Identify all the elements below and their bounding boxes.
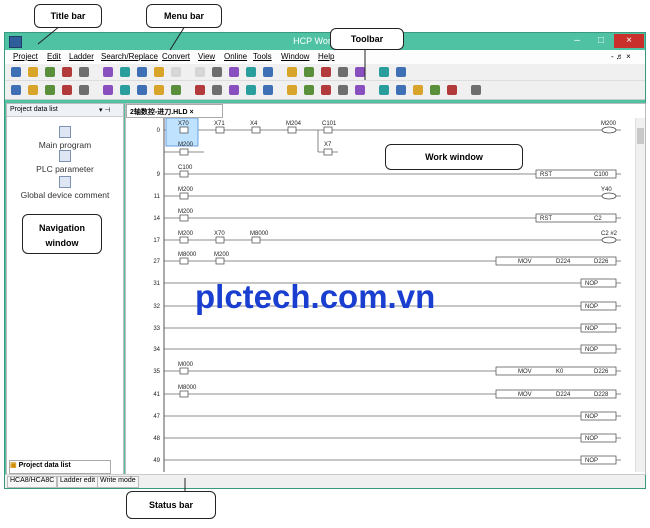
callout-toolbar: Toolbar	[330, 28, 404, 50]
callout-arrows	[37, 25, 366, 491]
callout-work-window: Work window	[385, 144, 523, 170]
page: { "window": { "title": "HCP Works-V2.13 …	[0, 0, 650, 528]
callout-status-bar: Status bar	[126, 491, 216, 519]
callout-navigation-window: Navigation window	[22, 214, 102, 254]
callout-menu-bar: Menu bar	[146, 4, 222, 28]
callout-title-bar: Title bar	[34, 4, 102, 28]
